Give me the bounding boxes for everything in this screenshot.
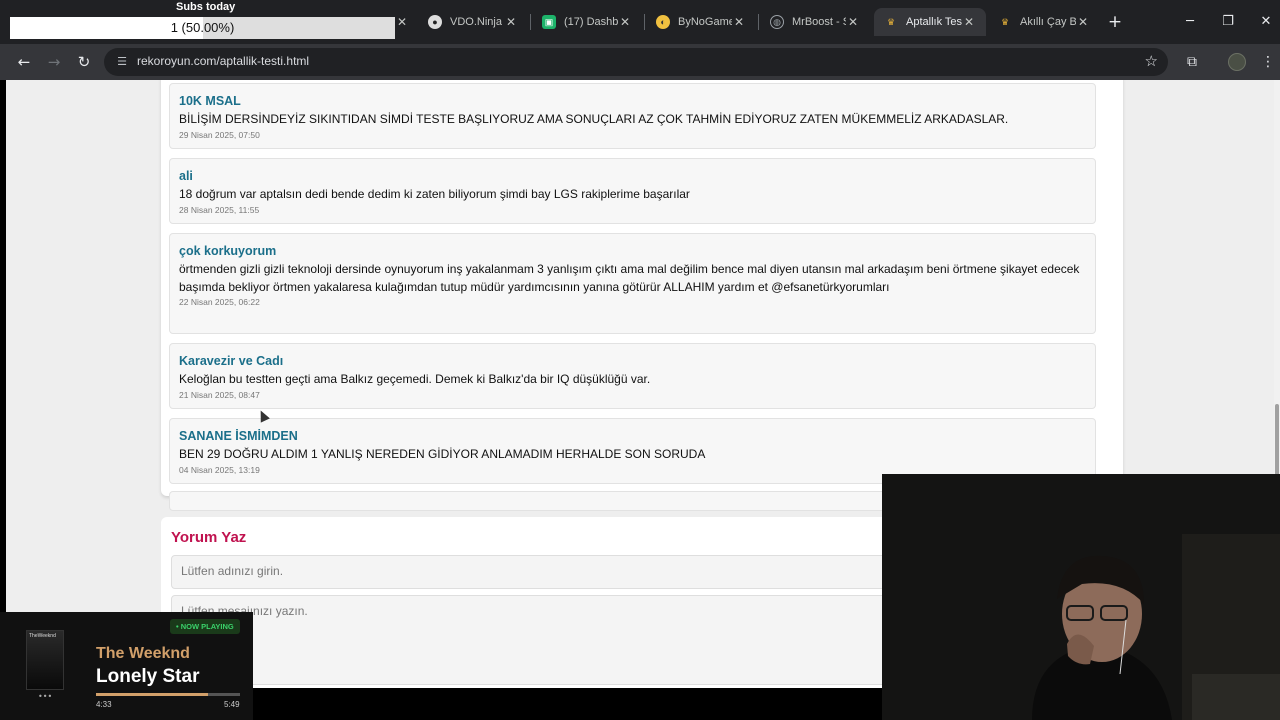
menu-icon[interactable]: ⋮ xyxy=(1258,52,1278,72)
tab-aptallik-testi[interactable]: ♛ Aptallık Test ✕ xyxy=(874,8,986,36)
webcam-feed xyxy=(882,474,1280,720)
now-playing-widget: TheWeeknd ••• • NOW PLAYING The Weeknd L… xyxy=(0,612,253,720)
tab-label: (17) Dashbo xyxy=(564,16,618,28)
reload-icon[interactable]: ↻ xyxy=(72,50,96,74)
screen: ✕ ● VDO.Ninja ✕ ▣ (17) Dashbo ✕ ◐ ByNoGa… xyxy=(0,0,1280,720)
elapsed-time: 4:33 xyxy=(96,700,112,709)
comment-date: 29 Nisan 2025, 07:50 xyxy=(179,129,260,140)
track-progress-fill xyxy=(96,693,209,696)
comment-author: Karavezir ve Cadı xyxy=(179,354,284,368)
close-tab-icon[interactable]: ✕ xyxy=(504,15,518,29)
comments-panel: 10K MSAL BİLİŞİM DERSİNDEYİZ SIKINTIDAN … xyxy=(161,80,1123,511)
now-playing-badge: • NOW PLAYING xyxy=(170,619,240,634)
close-tab-icon[interactable]: ✕ xyxy=(732,15,746,29)
comment-text: örtmenden gizli gizli teknoloji dersinde… xyxy=(179,262,1080,294)
back-icon[interactable]: ← xyxy=(12,50,36,74)
tab-vdo-ninja[interactable]: ● VDO.Ninja ✕ xyxy=(418,8,528,36)
tab-mrboost[interactable]: ◍ MrBoost - Sp ✕ xyxy=(760,8,870,36)
trophy-icon: ♛ xyxy=(1000,16,1010,27)
bookmark-star-icon[interactable]: ☆ xyxy=(1145,52,1158,70)
close-window-icon[interactable]: ✕ xyxy=(1256,12,1276,32)
close-tab-icon[interactable]: ✕ xyxy=(846,15,860,29)
comment-text: BİLİŞİM DERSİNDEYİZ SIKINTIDAN SİMDİ TES… xyxy=(179,112,1009,126)
subs-value: 1 (50.00%) xyxy=(170,20,235,35)
comment-author: ali xyxy=(179,169,193,183)
album-cover: TheWeeknd xyxy=(26,630,64,690)
comment-text: BEN 29 DOĞRU ALDIM 1 YANLIŞ NEREDEN GİDİ… xyxy=(179,447,706,461)
total-time: 5:49 xyxy=(224,700,240,709)
trophy-icon: ♛ xyxy=(886,16,896,27)
tab-label: MrBoost - Sp xyxy=(792,16,846,28)
close-tab-icon[interactable]: ✕ xyxy=(962,15,976,29)
close-tab-icon[interactable]: ✕ xyxy=(395,15,409,29)
comment-author: 10K MSAL xyxy=(179,94,241,108)
close-tab-icon[interactable]: ✕ xyxy=(618,15,632,29)
dashboard-icon: ▣ xyxy=(542,15,556,29)
comment-date: 04 Nisan 2025, 13:19 xyxy=(179,464,260,475)
comment-date: 22 Nisan 2025, 06:22 xyxy=(179,297,260,307)
comment-text: Keloğlan bu testten geçti ama Balkız geç… xyxy=(179,372,651,386)
bynogame-icon: ◐ xyxy=(656,15,670,29)
track-title: Lonely Star xyxy=(96,666,200,687)
profile-avatar[interactable] xyxy=(1228,53,1246,71)
comment-item: Karavezir ve Cadı Keloğlan bu testten ge… xyxy=(169,343,1096,409)
track-progress-bar xyxy=(96,693,240,696)
tab-label: VDO.Ninja xyxy=(450,16,502,28)
tab-dashboard[interactable]: ▣ (17) Dashbo ✕ xyxy=(532,8,642,36)
comment-text: 18 doğrum var aptalsın dedi bende dedim … xyxy=(179,187,690,201)
comment-date: 21 Nisan 2025, 08:47 xyxy=(179,389,260,400)
tab-separator xyxy=(758,14,759,30)
new-tab-icon[interactable]: + xyxy=(1106,13,1124,31)
tab-label: Akıllı Çay Ba xyxy=(1020,16,1076,28)
tab-label: Aptallık Test xyxy=(906,16,962,28)
site-info-icon[interactable]: ☰ xyxy=(114,54,130,70)
comment-item: 10K MSAL BİLİŞİM DERSİNDEYİZ SIKINTIDAN … xyxy=(169,83,1096,149)
tab-separator xyxy=(530,14,531,30)
subs-title: Subs today xyxy=(176,1,236,13)
comment-author: çok korkuyorum xyxy=(179,244,277,258)
album-cover-label: TheWeeknd xyxy=(29,633,56,639)
comment-item: ali 18 doğrum var aptalsın dedi bende de… xyxy=(169,158,1096,224)
url-text[interactable]: rekoroyun.com/aptallik-testi.html xyxy=(137,54,309,68)
address-bar[interactable]: ☰ rekoroyun.com/aptallik-testi.html ☆ xyxy=(104,48,1168,76)
tab-akilli-cay[interactable]: ♛ Akıllı Çay Ba ✕ xyxy=(988,8,1100,36)
extensions-icon[interactable]: ⧉ xyxy=(1182,52,1202,72)
comment-author: SANANE İSMİMDEN xyxy=(179,429,298,443)
comment-item: çok korkuyorum örtmenden gizli gizli tek… xyxy=(169,233,1096,334)
form-title: Yorum Yaz xyxy=(171,529,247,546)
browser-toolbar: ← → ↻ ☰ rekoroyun.com/aptallik-testi.htm… xyxy=(0,44,1280,80)
globe-icon: ◍ xyxy=(770,15,784,29)
tab-separator xyxy=(644,14,645,30)
vdo-ninja-icon: ● xyxy=(428,15,442,29)
more-icon: ••• xyxy=(38,692,53,701)
minimize-icon[interactable]: ─ xyxy=(1180,12,1200,32)
comment-date: 28 Nisan 2025, 11:55 xyxy=(179,204,260,215)
tab-label: ByNoGame xyxy=(678,16,732,28)
subs-progress-bar: 1 (50.00%) xyxy=(10,17,395,39)
restore-icon[interactable]: ❐ xyxy=(1218,12,1238,32)
tab-bynogame[interactable]: ◐ ByNoGame ✕ xyxy=(646,8,756,36)
close-tab-icon[interactable]: ✕ xyxy=(1076,15,1090,29)
webcam-person-image xyxy=(882,474,1280,720)
forward-icon[interactable]: → xyxy=(42,50,66,74)
artist-name: The Weeknd xyxy=(96,645,190,662)
